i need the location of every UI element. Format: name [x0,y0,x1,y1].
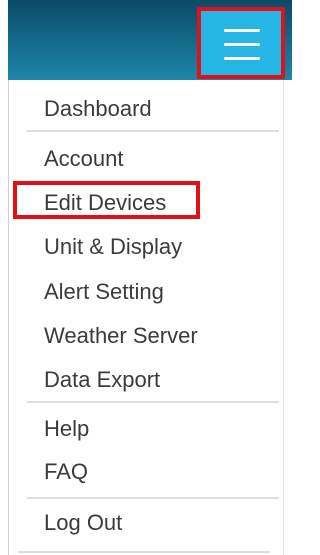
menu-item-dashboard[interactable]: Dashboard [44,93,152,125]
app-screen: Dashboard Account Edit Devices Unit & Di… [0,0,292,555]
menu-item-edit-devices[interactable]: Edit Devices [44,187,166,219]
hamburger-menu-button[interactable] [197,7,285,79]
menu-item-data-export[interactable]: Data Export [44,364,160,396]
menu-bottom-divider [18,551,270,553]
menu-bar-top [224,29,260,32]
menu-item-unit-display[interactable]: Unit & Display [44,231,182,263]
menu-item-log-out[interactable]: Log Out [44,507,122,539]
menu-bar-bottom [224,57,260,60]
menu-divider [27,401,279,403]
navigation-menu: Dashboard Account Edit Devices Unit & Di… [8,80,284,555]
menu-item-faq[interactable]: FAQ [44,456,88,488]
menu-divider [27,130,279,132]
menu-item-alert-setting[interactable]: Alert Setting [44,276,164,308]
menu-item-help[interactable]: Help [44,413,89,445]
menu-divider [27,497,279,499]
menu-bar-middle [224,43,260,46]
menu-item-account[interactable]: Account [44,143,124,175]
menu-item-weather-server[interactable]: Weather Server [44,320,198,352]
